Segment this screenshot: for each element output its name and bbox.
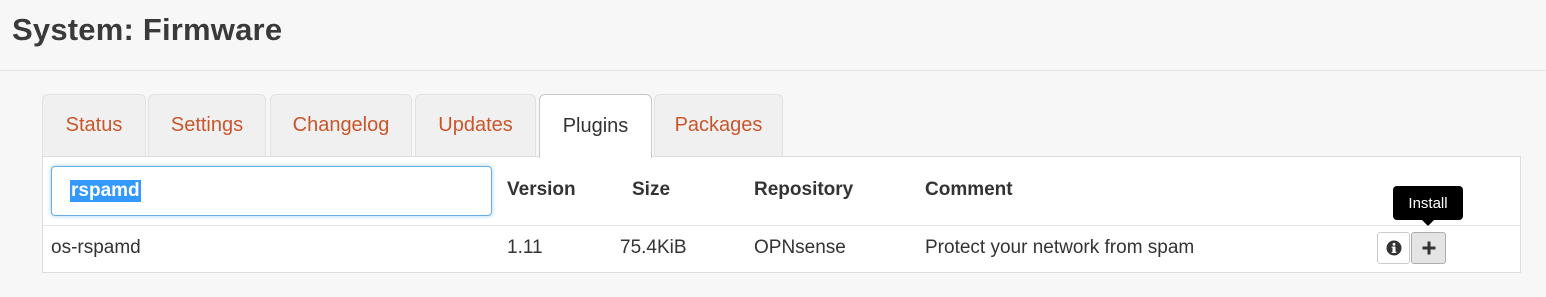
search-input[interactable]: rspamd [51, 166, 492, 216]
column-header-size[interactable]: Size [632, 179, 670, 201]
search-input-value: rspamd [70, 180, 141, 202]
tab-updates[interactable]: Updates [415, 94, 536, 156]
page-title: System: Firmware [12, 12, 283, 47]
tab-settings[interactable]: Settings [148, 94, 266, 156]
info-circle-icon [1386, 240, 1401, 256]
tab-status[interactable]: Status [42, 94, 146, 156]
column-header-repository[interactable]: Repository [754, 179, 853, 201]
plugin-size: 75.4KiB [620, 237, 687, 258]
tab-changelog[interactable]: Changelog [270, 94, 412, 156]
column-header-comment[interactable]: Comment [925, 179, 1013, 201]
tooltip-arrow [1422, 220, 1434, 226]
install-button[interactable] [1411, 232, 1446, 264]
table-header: rspamd Version Size Repository Comment [43, 157, 1520, 226]
plugin-repository: OPNsense [754, 237, 846, 258]
tab-packages[interactable]: Packages [654, 94, 783, 156]
plugin-version: 1.11 [507, 237, 543, 258]
plugin-comment: Protect your network from spam [925, 237, 1195, 258]
page-header: System: Firmware [0, 0, 1546, 71]
table-row: os-rspamd 1.11 75.4KiB OPNsense Protect … [43, 226, 1520, 273]
tab-plugins[interactable]: Plugins [539, 94, 652, 158]
plugins-table: rspamd Version Size Repository Comment o… [42, 156, 1521, 273]
plugin-name: os-rspamd [51, 237, 141, 258]
install-tooltip: Install [1393, 186, 1463, 220]
column-header-version[interactable]: Version [507, 179, 576, 201]
info-button[interactable] [1377, 232, 1410, 264]
plus-icon [1422, 241, 1435, 255]
